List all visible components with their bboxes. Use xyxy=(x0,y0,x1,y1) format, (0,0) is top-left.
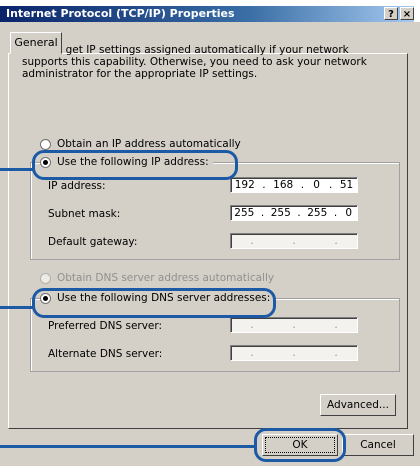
callout-connector-ok xyxy=(0,445,256,448)
gateway-dot-3: . xyxy=(334,235,338,247)
obtain-ip-auto-radio[interactable]: Obtain an IP address automatically xyxy=(40,138,241,150)
subnet-octet-3: 255 xyxy=(307,207,328,219)
alternate-dot-3: . xyxy=(334,347,338,359)
subnet-mask-input[interactable]: 255. 255. 255. 0 xyxy=(230,205,358,221)
callout-highlight-ip xyxy=(32,150,238,180)
preferred-dns-input[interactable]: . . . xyxy=(230,317,358,333)
alternate-dot-1: . xyxy=(250,347,254,359)
ip-address-input[interactable]: 192. 168. 0. 51 xyxy=(230,177,358,193)
tcpip-properties-dialog: Internet Protocol (TCP/IP) Properties ? … xyxy=(0,0,420,466)
ip-octet-4: 51 xyxy=(339,179,354,191)
preferred-dot-1: . xyxy=(250,319,254,331)
obtain-dns-auto-label: Obtain DNS server address automatically xyxy=(57,272,275,284)
default-gateway-input[interactable]: . . . xyxy=(230,233,358,249)
gateway-dot-1: . xyxy=(250,235,254,247)
ip-octet-2: 168 xyxy=(273,179,294,191)
window-title: Internet Protocol (TCP/IP) Properties xyxy=(6,7,235,20)
subnet-mask-label: Subnet mask: xyxy=(48,208,121,220)
ip-address-label: IP address: xyxy=(48,180,106,192)
gateway-dot-2: . xyxy=(292,235,296,247)
default-gateway-label: Default gateway: xyxy=(48,236,138,248)
callout-highlight-ok xyxy=(254,428,346,462)
help-button[interactable]: ? xyxy=(384,7,398,20)
tab-general[interactable]: General xyxy=(10,32,62,54)
cancel-button[interactable]: Cancel xyxy=(342,434,414,456)
title-buttons: ? × xyxy=(384,7,414,20)
callout-highlight-dns xyxy=(32,288,276,318)
preferred-dot-2: . xyxy=(292,319,296,331)
callout-connector-dns xyxy=(0,306,34,309)
title-bar: Internet Protocol (TCP/IP) Properties ? … xyxy=(0,6,414,22)
ip-octet-3: 0 xyxy=(313,179,320,191)
subnet-octet-2: 255 xyxy=(270,207,291,219)
intro-text: You can get IP settings assigned automat… xyxy=(22,44,367,80)
callout-connector-ip xyxy=(0,168,34,171)
alternate-dot-2: . xyxy=(292,347,296,359)
subnet-octet-1: 255 xyxy=(234,207,255,219)
alternate-dns-input[interactable]: . . . xyxy=(230,345,358,361)
preferred-dns-label: Preferred DNS server: xyxy=(48,320,163,332)
advanced-button[interactable]: Advanced... xyxy=(320,394,396,416)
obtain-ip-auto-label: Obtain an IP address automatically xyxy=(57,138,241,150)
close-button[interactable]: × xyxy=(400,7,414,20)
radio-unselected-icon xyxy=(40,138,51,150)
subnet-octet-4: 0 xyxy=(345,207,353,219)
alternate-dns-label: Alternate DNS server: xyxy=(48,348,163,360)
obtain-dns-auto-radio[interactable]: Obtain DNS server address automatically xyxy=(40,272,274,284)
ip-octet-1: 192 xyxy=(234,179,255,191)
preferred-dot-3: . xyxy=(334,319,338,331)
radio-disabled-icon xyxy=(40,272,51,284)
